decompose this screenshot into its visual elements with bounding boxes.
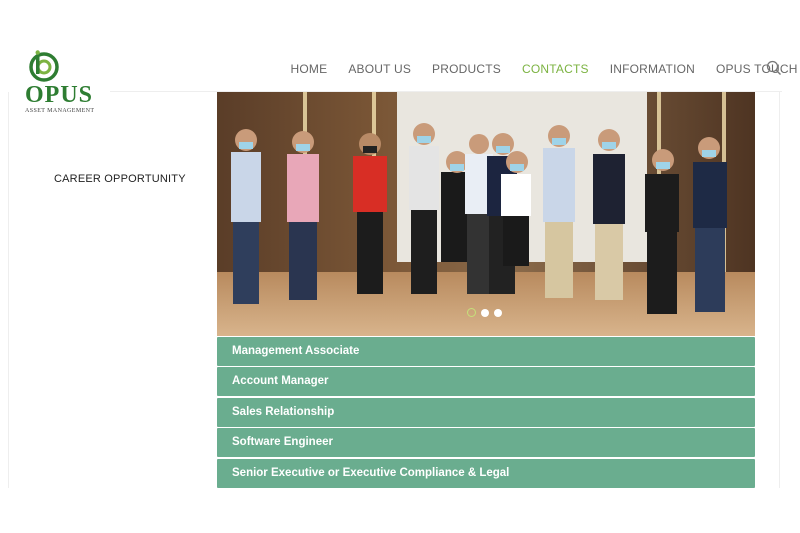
- nav-item-information[interactable]: INFORMATION: [599, 62, 705, 76]
- job-item-compliance-legal[interactable]: Senior Executive or Executive Compliance…: [217, 458, 755, 488]
- search-icon[interactable]: [766, 60, 782, 76]
- nav-item-about-us[interactable]: ABOUT US: [338, 62, 422, 76]
- sidebar: CAREER OPPORTUNITY: [8, 92, 217, 488]
- job-list: Management Associate Account Manager Sal…: [217, 337, 755, 489]
- carousel-dot-1[interactable]: [467, 308, 476, 317]
- opus-logo-icon: [29, 50, 59, 82]
- carousel-dots: [467, 308, 502, 317]
- carousel-dot-2[interactable]: [481, 308, 489, 317]
- job-item-account-manager[interactable]: Account Manager: [217, 367, 755, 397]
- nav-item-opus-touch[interactable]: OPUS TOUCH: [706, 62, 800, 76]
- nav-item-contacts[interactable]: CONTACTS: [511, 62, 599, 76]
- team-photo-carousel[interactable]: [217, 92, 755, 336]
- nav-item-products[interactable]: PRODUCTS: [422, 62, 512, 76]
- site-header: OPUS ASSET MANAGEMENT HOME ABOUT US PROD…: [0, 0, 800, 114]
- main-nav: HOME ABOUT US PRODUCTS CONTACTS INFORMAT…: [280, 62, 800, 76]
- job-item-sales-relationship[interactable]: Sales Relationship: [217, 397, 755, 427]
- carousel-dot-3[interactable]: [494, 308, 502, 317]
- job-item-management-associate[interactable]: Management Associate: [217, 337, 755, 366]
- job-item-software-engineer[interactable]: Software Engineer: [217, 428, 755, 458]
- nav-item-home[interactable]: HOME: [280, 62, 338, 76]
- content-right-border: [779, 92, 780, 488]
- team-photo: [217, 92, 755, 336]
- sidebar-title: CAREER OPPORTUNITY: [54, 173, 186, 185]
